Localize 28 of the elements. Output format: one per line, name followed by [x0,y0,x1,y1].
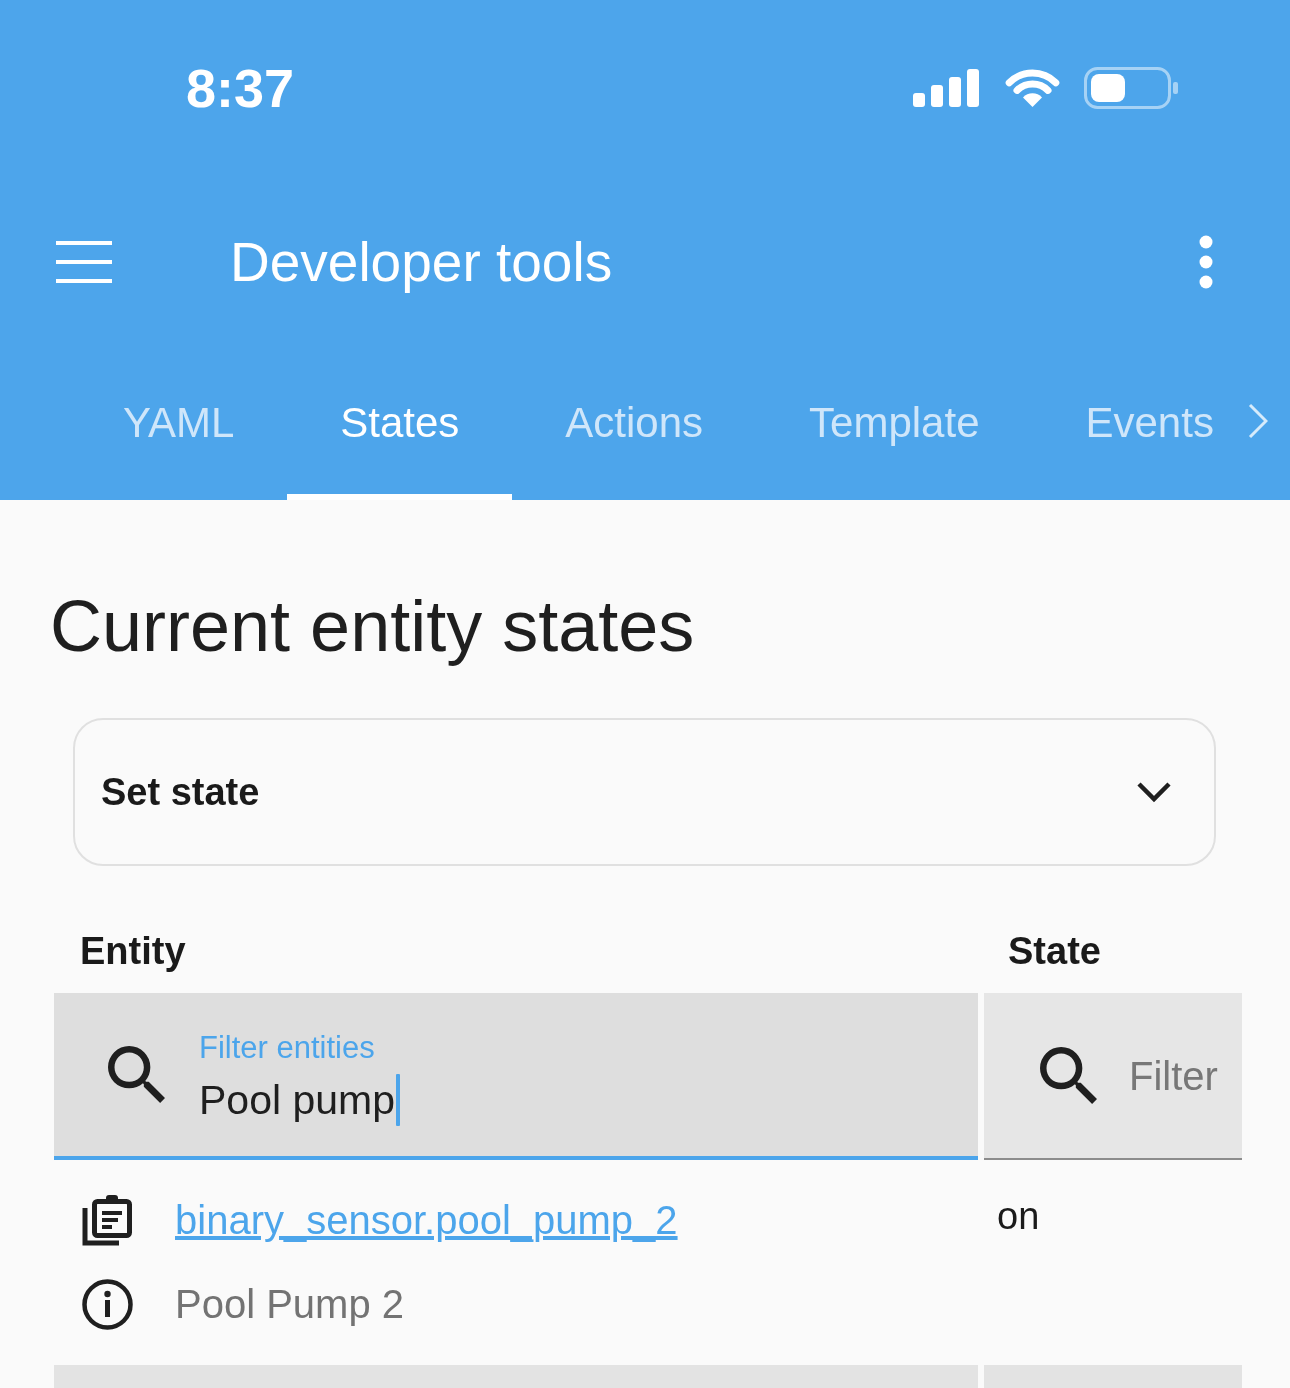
tab[interactable]: YAML [70,348,288,500]
column-header: State [1008,928,1101,974]
search-icon [108,1046,165,1103]
text-cursor-icon [396,1074,400,1127]
entity-link[interactable]: binary_sensor.pool_pump_2 [175,1190,678,1250]
chevron-right-icon [1248,403,1268,439]
entity-state: on [997,1195,1040,1237]
menu-icon [56,241,112,283]
set-state-expander[interactable]: Set state [73,718,1216,866]
menu-button[interactable] [56,241,112,283]
filter-field[interactable]: Filter [984,993,1242,1160]
more-options-button[interactable] [1199,235,1213,289]
signal-icon [913,69,979,107]
tab[interactable]: States [287,348,513,500]
info-icon [82,1278,133,1330]
wifi-icon [1004,68,1061,108]
tab[interactable]: Events [1032,348,1226,500]
filter-field[interactable]: Filter entities Pool pump [54,993,978,1160]
tab[interactable]: Actions [512,348,757,500]
status-time: 8:37 [186,61,295,115]
battery-icon [1084,67,1178,109]
clipboard-icon [82,1194,133,1246]
column-header: Entity [80,928,186,974]
tab[interactable]: Template [756,348,1033,500]
chevron-down-icon [1136,781,1172,803]
more-options-icon [1199,235,1213,289]
search-icon [1040,1047,1097,1104]
entity-name: Pool Pump 2 [175,1281,405,1328]
